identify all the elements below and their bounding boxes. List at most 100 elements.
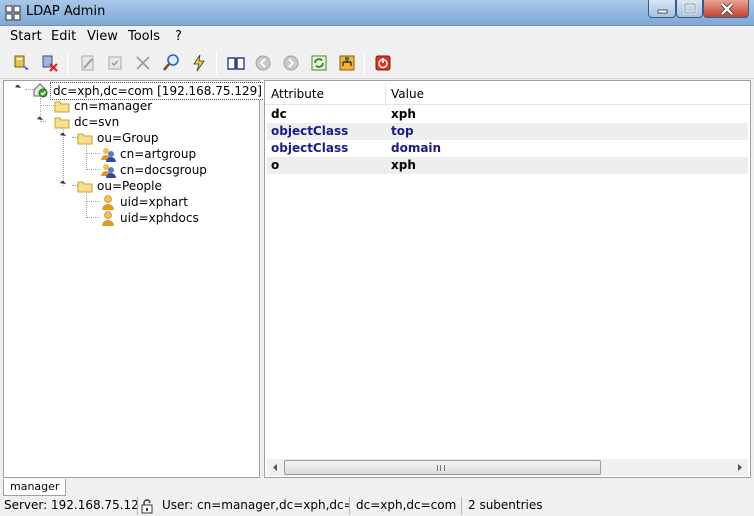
minimize-button[interactable]: [648, 0, 676, 18]
attribute-value: xph: [391, 107, 416, 121]
tree-connector: [86, 193, 87, 218]
scroll-left-icon[interactable]: [267, 459, 284, 476]
tree-node-label: cn=artgroup: [120, 147, 197, 161]
tree-icon: [339, 55, 355, 71]
refresh-lightning-icon: [193, 54, 205, 72]
window-title: LDAP Admin: [26, 4, 106, 19]
forward-button[interactable]: [281, 53, 301, 73]
tree-node[interactable]: cn=manager: [54, 98, 174, 114]
status-subentries: 2 subentries: [468, 498, 543, 512]
tree-node-label: uid=xphdocs: [120, 211, 199, 225]
tree-node[interactable]: uid=xphart: [100, 194, 220, 210]
lightning-button[interactable]: [189, 53, 209, 73]
toolbar-separator: [364, 51, 365, 75]
directory-tree[interactable]: dc=xph,dc=com [192.168.75.129] cn=manage…: [3, 80, 265, 478]
connect-icon: [14, 55, 29, 70]
attribute-value: top: [391, 124, 414, 138]
table-row[interactable]: o xph: [267, 157, 748, 174]
scroll-right-icon[interactable]: [731, 459, 748, 476]
lock-icon: [141, 499, 153, 514]
disconnect-button[interactable]: [40, 53, 60, 73]
attribute-list-header: Attribute Value: [265, 83, 750, 105]
tab-manager[interactable]: manager: [3, 479, 67, 496]
horizontal-scrollbar[interactable]: [267, 459, 748, 476]
status-server: Server: 192.168.75.129: [0, 497, 138, 515]
collapse-arrow-icon[interactable]: [59, 180, 67, 187]
menu-edit[interactable]: Edit: [51, 29, 76, 44]
folder-icon: [54, 101, 70, 113]
group-icon: [101, 148, 116, 162]
tree-node-label: ou=Group: [97, 131, 159, 145]
status-base-dn: dc=xph,dc=com: [352, 497, 462, 515]
attribute-name: objectClass: [271, 124, 349, 138]
column-header-value[interactable]: Value: [391, 87, 424, 101]
edit-entry-icon: [81, 55, 94, 71]
maximize-icon: [683, 2, 697, 15]
attribute-name: dc: [271, 107, 287, 121]
minimize-icon: [657, 9, 668, 14]
scrollbar-thumb[interactable]: [284, 460, 601, 475]
tree-node-label: cn=docsgroup: [120, 163, 207, 177]
scrollbar-grip: [437, 465, 445, 471]
group-icon: [101, 164, 116, 178]
user-icon: [102, 211, 114, 226]
attribute-list[interactable]: Attribute Value dc xph objectClass top o…: [264, 80, 751, 478]
column-header-attribute[interactable]: Attribute: [271, 87, 324, 101]
schema-book-icon: [227, 57, 245, 70]
folder-icon: [54, 117, 70, 129]
tree-node-label: cn=manager: [74, 99, 153, 113]
collapse-arrow-icon[interactable]: [59, 132, 67, 139]
toolbar-separator: [216, 51, 217, 75]
attribute-value: domain: [391, 141, 442, 155]
menu-view[interactable]: View: [87, 29, 118, 44]
close-icon: [720, 2, 734, 16]
app-icon: [5, 5, 21, 21]
close-button[interactable]: [703, 0, 749, 18]
folder-icon: [77, 181, 93, 193]
collapse-arrow-icon[interactable]: [36, 116, 44, 123]
user-icon: [102, 195, 114, 210]
toolbar: [0, 47, 754, 79]
schema-button[interactable]: [226, 53, 246, 73]
title-bar: LDAP Admin: [0, 0, 754, 26]
tree-connector: [86, 217, 100, 218]
tree-node-label: ou=People: [97, 179, 162, 193]
reload-icon: [311, 55, 327, 71]
delete-icon: [136, 56, 150, 70]
tree-node-label: uid=xphart: [120, 195, 188, 209]
edit-entry-button[interactable]: [78, 53, 98, 73]
properties-icon: [108, 56, 122, 70]
delete-button[interactable]: [133, 53, 153, 73]
menu-help[interactable]: ?: [175, 29, 182, 44]
table-row[interactable]: dc xph: [267, 106, 748, 123]
tree-node[interactable]: ou=Group: [59, 130, 179, 146]
tree-view-button[interactable]: [337, 53, 357, 73]
column-divider[interactable]: [385, 83, 386, 105]
collapse-arrow-icon[interactable]: [14, 84, 22, 91]
forward-icon: [283, 55, 299, 71]
table-row[interactable]: objectClass top: [267, 123, 748, 140]
toolbar-separator: [67, 51, 68, 75]
search-button[interactable]: [161, 53, 181, 73]
tree-node[interactable]: dc=svn: [36, 114, 156, 130]
tree-node[interactable]: uid=xphdocs: [100, 210, 220, 226]
table-row[interactable]: objectClass domain: [267, 140, 748, 157]
menu-tools[interactable]: Tools: [128, 29, 160, 44]
tree-connector: [86, 145, 87, 170]
attribute-name: o: [271, 158, 280, 172]
tree-connector: [40, 105, 54, 106]
maximize-button[interactable]: [676, 0, 703, 18]
connect-button[interactable]: [12, 53, 32, 73]
reload-button[interactable]: [309, 53, 329, 73]
tree-node[interactable]: cn=docsgroup: [100, 162, 220, 178]
tree-node-root[interactable]: dc=xph,dc=com [192.168.75.129]: [14, 82, 265, 100]
disconnect-icon: [42, 55, 58, 72]
exit-button[interactable]: [373, 53, 393, 73]
tree-node[interactable]: ou=People: [59, 178, 179, 194]
attribute-value: xph: [391, 158, 416, 172]
tree-node[interactable]: cn=artgroup: [100, 146, 220, 162]
menu-start[interactable]: Start: [10, 29, 42, 44]
tree-connector: [86, 201, 100, 202]
back-button[interactable]: [253, 53, 273, 73]
properties-button[interactable]: [105, 53, 125, 73]
